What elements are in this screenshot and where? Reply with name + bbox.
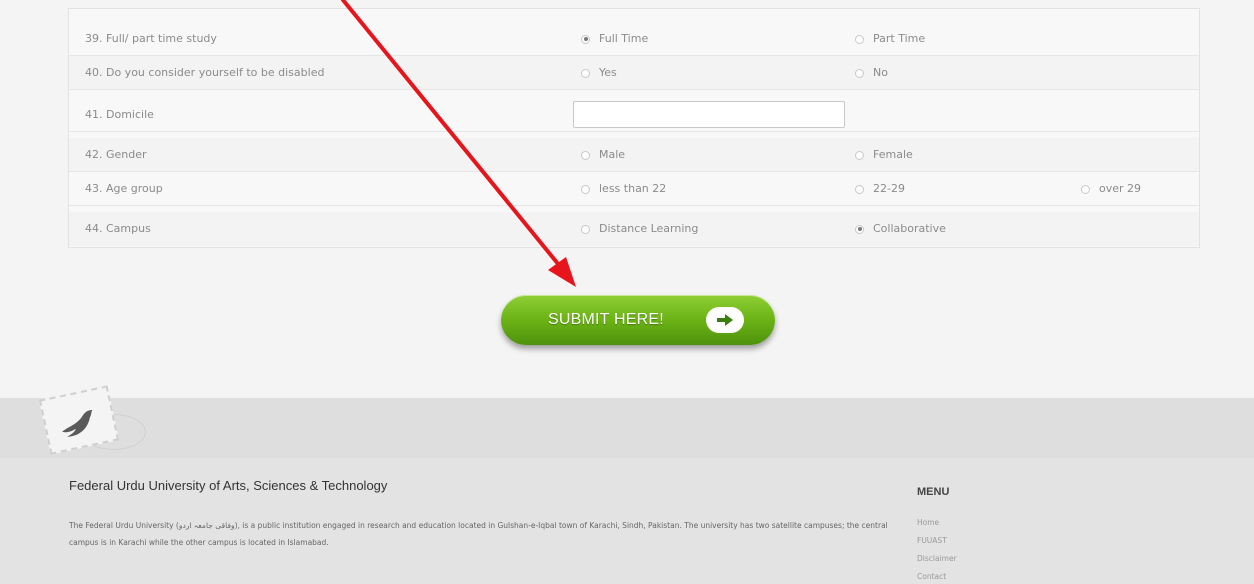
radio-icon[interactable] [1081, 184, 1090, 194]
option-label: Yes [599, 66, 617, 79]
submit-button[interactable]: SUBMIT HERE! [501, 295, 775, 345]
footer-menu-home[interactable]: Home [917, 518, 939, 527]
radio-icon[interactable] [855, 34, 864, 44]
question-row-42: 42. Gender Male Female [69, 138, 1199, 172]
question-label: 40. Do you consider yourself to be disab… [85, 66, 325, 79]
question-label: 39. Full/ part time study [85, 32, 217, 45]
radio-icon[interactable] [855, 150, 864, 160]
domicile-input[interactable] [573, 101, 845, 128]
footer-top-band [0, 398, 1254, 458]
option-label: No [873, 66, 888, 79]
option-label: 22-29 [873, 182, 905, 195]
radio-22-29[interactable]: 22-29 [855, 172, 905, 206]
footer-menu-title: MENU [917, 486, 950, 498]
footer-paragraph: The Federal Urdu University (وفاقی جامعہ… [69, 521, 888, 547]
footer-menu-disclaimer[interactable]: Disclaimer [917, 554, 957, 563]
option-label: Distance Learning [599, 222, 699, 235]
question-label: 43. Age group [85, 182, 163, 195]
option-label: Collaborative [873, 222, 946, 235]
option-label: Female [873, 148, 913, 161]
radio-less-than-22[interactable]: less than 22 [581, 172, 666, 206]
radio-full-time[interactable]: Full Time [581, 22, 648, 56]
footer-menu-contact[interactable]: Contact [917, 572, 946, 581]
question-row-39: 39. Full/ part time study Full Time Part… [69, 22, 1199, 56]
footer-title: Federal Urdu University of Arts, Science… [69, 478, 388, 493]
question-label: 44. Campus [85, 222, 151, 235]
option-label: Male [599, 148, 626, 161]
radio-distance-learning[interactable]: Distance Learning [581, 212, 698, 246]
radio-icon[interactable] [855, 184, 864, 194]
footer-description: The Federal Urdu University (وفاقی جامعہ… [69, 517, 909, 551]
radio-collaborative[interactable]: Collaborative [855, 212, 946, 246]
question-row-40: 40. Do you consider yourself to be disab… [69, 56, 1199, 90]
radio-yes[interactable]: Yes [581, 56, 617, 90]
option-label: Part Time [873, 32, 926, 45]
radio-icon[interactable] [581, 184, 590, 194]
question-row-43: 43. Age group less than 22 22-29 over 29 [69, 172, 1199, 206]
question-label: 42. Gender [85, 148, 147, 161]
footer-menu-fuuast[interactable]: FUUAST [917, 536, 947, 545]
radio-selected-icon[interactable] [581, 34, 590, 44]
option-label: over 29 [1099, 182, 1142, 195]
option-label: less than 22 [599, 182, 667, 195]
radio-over-29[interactable]: over 29 [1081, 172, 1141, 206]
radio-icon[interactable] [581, 224, 590, 234]
arrow-right-icon [706, 307, 744, 333]
radio-part-time[interactable]: Part Time [855, 22, 925, 56]
radio-male[interactable]: Male [581, 138, 625, 172]
radio-icon[interactable] [581, 150, 590, 160]
radio-selected-icon[interactable] [855, 224, 864, 234]
question-label: 41. Domicile [85, 108, 154, 121]
radio-icon[interactable] [581, 68, 590, 78]
radio-no[interactable]: No [855, 56, 888, 90]
radio-icon[interactable] [855, 68, 864, 78]
option-label: Full Time [599, 32, 649, 45]
submit-label: SUBMIT HERE! [548, 311, 664, 328]
radio-female[interactable]: Female [855, 138, 913, 172]
question-row-44: 44. Campus Distance Learning Collaborati… [69, 212, 1199, 246]
question-row-41: 41. Domicile [69, 98, 1199, 132]
